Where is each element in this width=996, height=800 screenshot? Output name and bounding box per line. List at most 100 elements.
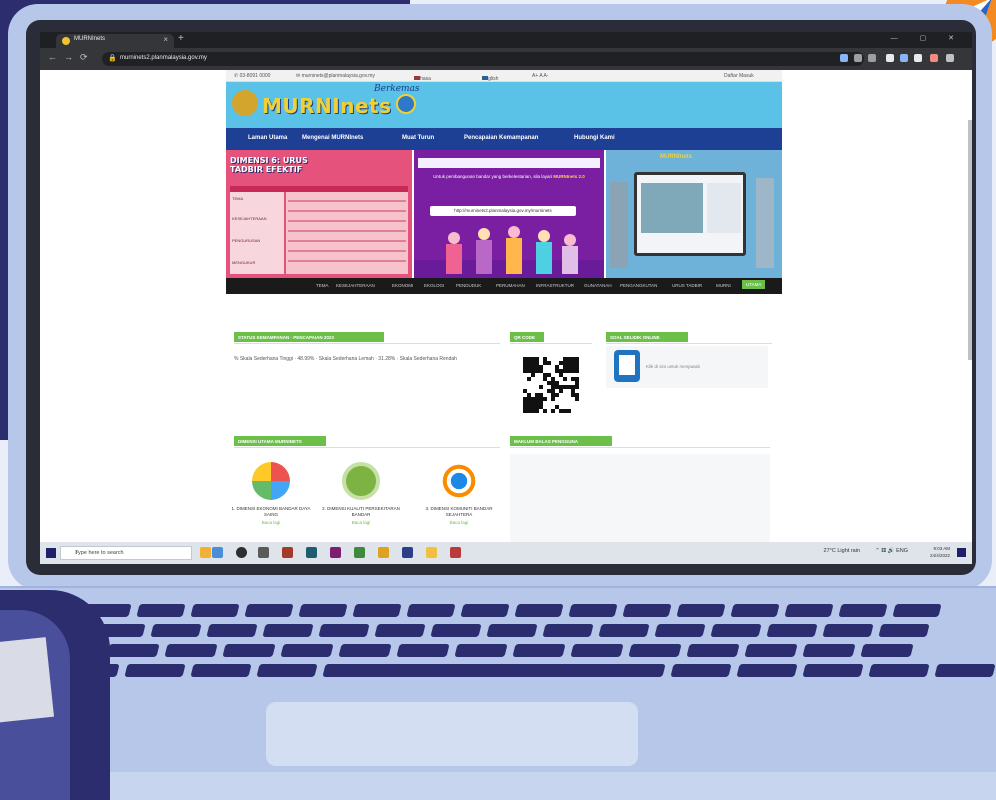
keyboard-key [396, 644, 450, 657]
app-icon[interactable] [354, 547, 365, 558]
banner-slide-website[interactable]: MURNInets [606, 150, 782, 278]
extension-icon[interactable] [886, 54, 894, 62]
qr-panel-title: QR CODE [510, 332, 544, 342]
web-page: ✆ 03-8091 0000 ✉ murninets@planmalaysia.… [40, 70, 972, 542]
keyboard-key [686, 644, 740, 657]
keyboard-key [868, 664, 930, 677]
theme-tab[interactable]: EKOLOGI [424, 283, 444, 288]
system-tray-icons[interactable]: ⌃ ⚅ 🔊 ENG [875, 548, 908, 554]
pillar-community[interactable]: 3. DIMENSI KOMUNITI BANDAR SEJAHTERA Bac… [414, 462, 504, 525]
email-link[interactable]: ✉ murninets@planmalaysia.gov.my [296, 73, 375, 79]
page-scrollbar[interactable] [968, 120, 972, 360]
file-explorer-icon[interactable] [426, 547, 437, 558]
notification-icon[interactable] [957, 548, 966, 557]
pillar-economy[interactable]: 1. DIMENSI EKONOMI BANDAR DAYA SAING Bac… [226, 462, 316, 525]
extension-icon[interactable] [914, 54, 922, 62]
theme-tab[interactable]: GUNATANAH [584, 283, 612, 288]
nav-item-contact[interactable]: Hubungi Kami [574, 135, 615, 141]
theme-tab[interactable]: PENDUDUK [456, 283, 481, 288]
banner-table-label: MENGUKUR [232, 260, 256, 265]
banner-table-row [288, 260, 406, 262]
laptop-screenshot-image [634, 172, 746, 256]
keyboard-key [878, 624, 930, 637]
banner-table-row [288, 230, 406, 232]
feedback-panel-title: MAKLUM BALAS PENGGUNA [510, 436, 612, 446]
window-controls[interactable]: — ▢ ✕ [891, 34, 964, 42]
extension-icon[interactable] [868, 54, 876, 62]
new-tab-button[interactable]: + [178, 33, 184, 44]
banner-slide-dimensi[interactable]: DIMENSI 6: URUS TADBIR EFEKTIF TEMA KESE… [226, 150, 412, 278]
keyboard-key [406, 604, 456, 617]
weather-widget[interactable]: 27°C Light rain [824, 548, 860, 554]
menu-icon[interactable] [946, 54, 954, 62]
environment-recycle-icon [342, 462, 380, 500]
banner-url-link[interactable]: http://murninets2.planmalaysia.gov.my/mu… [430, 206, 576, 216]
qr-module [555, 393, 559, 397]
keyboard-key [430, 624, 482, 637]
theme-tab[interactable]: PERUMAHAN [496, 283, 525, 288]
extension-icon[interactable] [900, 54, 908, 62]
task-view-icon[interactable] [258, 547, 269, 558]
nav-item-downloads[interactable]: Muat Turun [402, 135, 434, 141]
banner-slide-murninets[interactable]: Untuk pembangunan bandar yang berkelesta… [414, 150, 604, 278]
keyboard-key [542, 624, 594, 637]
theme-tab[interactable]: INFRASTRUKTUR [536, 283, 574, 288]
building-illustration [756, 178, 774, 268]
read-more-link[interactable]: Baca lagi [316, 520, 406, 525]
font-size-controls[interactable]: A+ A A- [532, 73, 549, 79]
forward-button[interactable]: → [64, 52, 73, 62]
windows-start-icon[interactable] [46, 548, 56, 558]
qr-module [547, 361, 551, 365]
panel-divider [234, 447, 500, 448]
app-icon[interactable] [306, 547, 317, 558]
pillar-title: 3. DIMENSI KOMUNITI BANDAR SEJAHTERA [425, 506, 493, 517]
nav-item-home[interactable]: Laman Utama [248, 135, 287, 141]
survey-link[interactable]: Klik di sini untuk menjawab [646, 364, 700, 369]
profile-avatar-icon[interactable] [930, 54, 938, 62]
reload-button[interactable]: ⟳ [80, 52, 88, 63]
widget-icon[interactable] [212, 547, 223, 558]
theme-tab-active[interactable]: UTAMA [742, 280, 766, 289]
taskbar-search-input[interactable]: ⌕ Type here to search [60, 546, 192, 560]
qr-code-image[interactable] [522, 356, 580, 414]
theme-tab[interactable]: PENGANGKUTAN [620, 283, 657, 288]
read-more-link[interactable]: Baca lagi [414, 520, 504, 525]
site-logo-text[interactable]: MURNInets [262, 94, 392, 118]
nav-item-achievement[interactable]: Pencapaian Kemampanan [464, 135, 538, 141]
pillar-environment[interactable]: 2. DIMENSI KUALITI PERSEKITARAN BANDAR B… [316, 462, 406, 525]
keyboard-key [730, 604, 780, 617]
keyboard-key [514, 604, 564, 617]
keyboard-key [892, 604, 942, 617]
star-icon[interactable] [854, 54, 862, 62]
browser-toolbar: ← → ⟳ 🔒 murninets2.planmalaysia.gov.my [40, 48, 972, 70]
keyboard-key [860, 644, 914, 657]
taskbar-clock[interactable]: 9:03 AM 24/4/2022 [930, 545, 950, 559]
back-button[interactable]: ← [48, 52, 57, 62]
keyboard-key [256, 664, 318, 677]
app-icon[interactable] [330, 547, 341, 558]
app-icon[interactable] [402, 547, 413, 558]
theme-tab[interactable]: KESEJAHTERAAN [336, 283, 375, 288]
nav-item-about[interactable]: Mengenai MURNInets [302, 135, 363, 141]
app-icon[interactable] [282, 547, 293, 558]
theme-tab[interactable]: MURNI [716, 283, 731, 288]
keyboard-key [190, 664, 252, 677]
theme-tab[interactable]: TEMA [316, 283, 329, 288]
address-bar[interactable]: 🔒 murninets2.planmalaysia.gov.my [102, 52, 864, 66]
theme-tab-strip: TEMA KESEJAHTERAAN EKONOMI EKOLOGI PENDU… [226, 278, 782, 294]
theme-tab[interactable]: EKONOMI [392, 283, 413, 288]
share-icon[interactable] [840, 54, 848, 62]
globe-icon [396, 94, 416, 114]
read-more-link[interactable]: Baca lagi [226, 520, 316, 525]
theme-tab[interactable]: URUS TADBIR [672, 283, 702, 288]
keyboard-key [598, 624, 650, 637]
panel-divider [234, 343, 500, 344]
browser-tab[interactable]: MURNInets × [56, 34, 174, 48]
app-icon[interactable] [450, 547, 461, 558]
cortana-icon[interactable] [236, 547, 247, 558]
survey-card[interactable]: Klik di sini untuk menjawab [606, 346, 768, 388]
login-link[interactable]: Daftar Masuk [724, 73, 754, 79]
chrome-icon[interactable] [378, 547, 389, 558]
widget-icon[interactable] [200, 547, 211, 558]
close-tab-icon[interactable]: × [163, 35, 168, 44]
